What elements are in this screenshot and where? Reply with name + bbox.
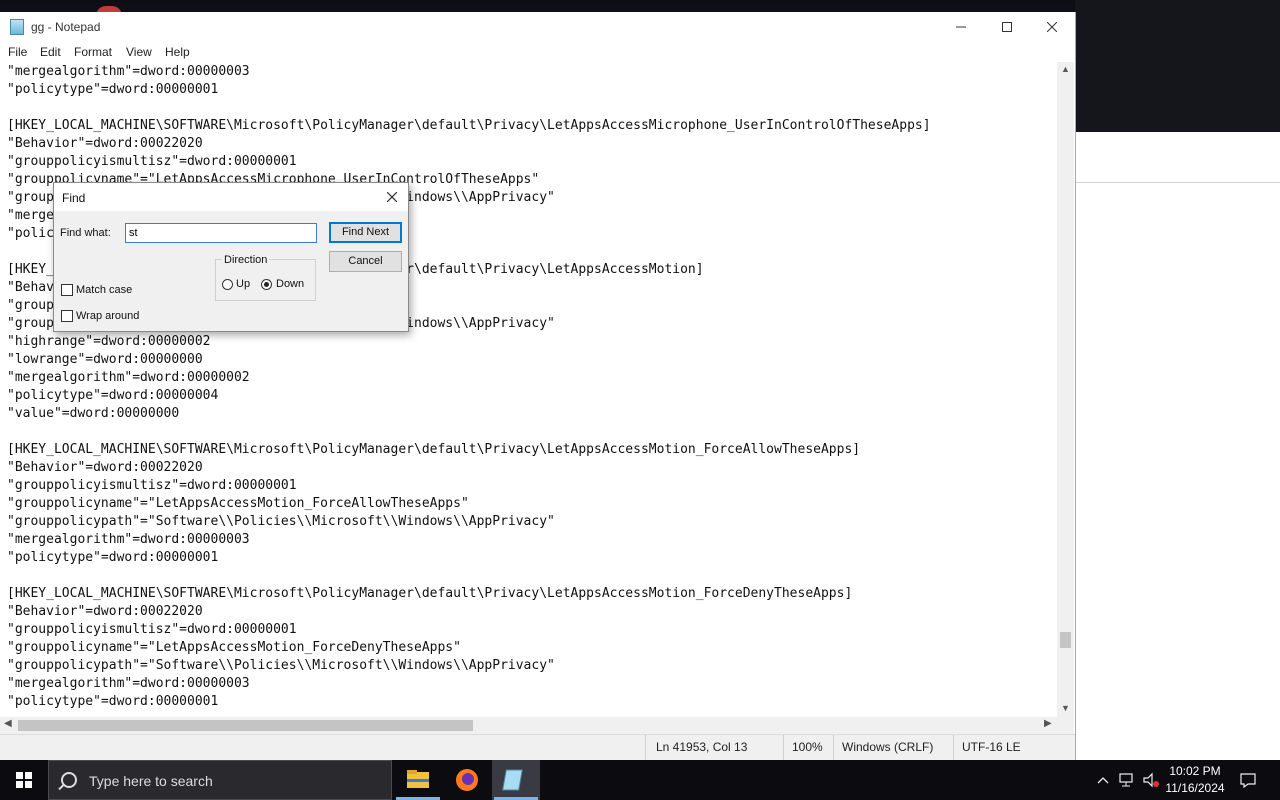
clock-time: 10:02 PM bbox=[1169, 764, 1221, 778]
text-line: "policytype"=dword:00000001 bbox=[7, 694, 219, 709]
text-line: [HKEY_LOCAL_MACHINE\SOFTWARE\Microsoft\P… bbox=[7, 442, 861, 457]
text-line: "grouppolicypath"="Software\\Policies\\M… bbox=[7, 514, 555, 529]
horizontal-scroll-thumb[interactable] bbox=[18, 720, 473, 731]
maximize-icon bbox=[1002, 22, 1012, 32]
vertical-scroll-thumb[interactable] bbox=[1060, 632, 1071, 648]
text-line: "highrange"=dword:00000002 bbox=[7, 334, 211, 349]
text-line: "grouppolicyismultisz"=dword:00000001 bbox=[7, 622, 297, 637]
status-line-ending: Windows (CRLF) bbox=[833, 735, 953, 760]
status-position: Ln 41953, Col 13 bbox=[645, 735, 783, 760]
menu-file[interactable]: File bbox=[8, 45, 27, 59]
menu-help[interactable]: Help bbox=[165, 45, 190, 59]
text-line: "Behavior"=dword:00022020 bbox=[7, 136, 203, 151]
direction-down-radio[interactable] bbox=[261, 279, 272, 290]
notepad-icon bbox=[502, 769, 523, 791]
notepad-window: gg - Notepad File Edit Format View Help … bbox=[0, 12, 1076, 760]
text-line: "mergealgorithm"=dword:00000002 bbox=[7, 370, 250, 385]
scroll-corner bbox=[1057, 717, 1074, 734]
title-bar[interactable]: gg - Notepad bbox=[0, 12, 1075, 42]
chevron-up-icon bbox=[1097, 777, 1109, 784]
taskbar-clock[interactable]: 10:02 PM 11/16/2024 bbox=[1158, 763, 1232, 797]
scroll-left-icon[interactable]: ◀ bbox=[4, 718, 12, 729]
text-line: "grouppolicyname"="LetAppsAccessMotion_F… bbox=[7, 496, 469, 511]
firefox-icon bbox=[456, 769, 478, 791]
search-placeholder: Type here to search bbox=[89, 773, 213, 789]
show-hidden-icons-button[interactable] bbox=[1093, 760, 1113, 800]
minimize-icon bbox=[956, 26, 966, 28]
file-explorer-icon bbox=[407, 770, 429, 788]
cancel-button[interactable]: Cancel bbox=[329, 251, 402, 272]
find-close-button[interactable] bbox=[380, 187, 404, 207]
wrap-around-label: Wrap around bbox=[76, 310, 140, 322]
scroll-down-icon[interactable]: ▼ bbox=[1057, 703, 1074, 717]
status-zoom: 100% bbox=[783, 735, 833, 760]
status-bar: Ln 41953, Col 13 100% Windows (CRLF) UTF… bbox=[0, 734, 1075, 760]
status-encoding: UTF-16 LE bbox=[953, 735, 1073, 760]
text-line: [HKEY_LOCAL_MACHINE\SOFTWARE\Microsoft\P… bbox=[7, 586, 853, 601]
text-line: "policytype"=dword:00000004 bbox=[7, 388, 219, 403]
maximize-button[interactable] bbox=[984, 12, 1030, 42]
taskbar-file-explorer[interactable] bbox=[394, 760, 442, 800]
direction-up-radio[interactable] bbox=[222, 279, 233, 290]
text-line: "policytype"=dword:00000001 bbox=[7, 82, 219, 97]
clock-date: 11/16/2024 bbox=[1165, 781, 1225, 795]
minimize-button[interactable] bbox=[938, 12, 984, 42]
window-title: gg - Notepad bbox=[31, 20, 101, 34]
taskbar: Type here to search 10:02 PM 11/16/2024 bbox=[0, 760, 1280, 800]
text-line: "grouppolicyismultisz"=dword:00000001 bbox=[7, 154, 297, 169]
notepad-icon bbox=[10, 19, 24, 35]
text-line: [HKEY_LOCAL_MACHINE\SOFTWARE\Microsoft\P… bbox=[7, 118, 931, 133]
menu-edit[interactable]: Edit bbox=[40, 45, 61, 59]
windows-logo-icon bbox=[16, 772, 32, 788]
menu-bar: File Edit Format View Help bbox=[0, 42, 1075, 62]
find-next-button[interactable]: Find Next bbox=[329, 222, 402, 243]
network-status-button[interactable] bbox=[1116, 760, 1138, 800]
direction-down-label: Down bbox=[276, 278, 305, 290]
direction-up-label: Up bbox=[236, 278, 251, 290]
horizontal-scrollbar[interactable]: ◀ ▶ bbox=[0, 717, 1057, 734]
vertical-scrollbar[interactable]: ▲ ▼ bbox=[1057, 62, 1074, 717]
close-button[interactable] bbox=[1029, 12, 1075, 42]
find-what-label: Find what: bbox=[60, 227, 111, 239]
match-case-label: Match case bbox=[76, 284, 133, 296]
direction-label: Direction bbox=[222, 254, 270, 266]
close-icon bbox=[1047, 22, 1057, 32]
background-divider bbox=[1075, 182, 1280, 183]
match-case-checkbox[interactable] bbox=[61, 284, 73, 296]
taskbar-notepad[interactable] bbox=[492, 760, 540, 800]
find-dialog: Find Find what: Find Next Cancel Directi… bbox=[53, 182, 409, 332]
text-line: "Behavior"=dword:00022020 bbox=[7, 460, 203, 475]
wrap-around-checkbox[interactable] bbox=[61, 310, 73, 322]
network-disconnected-icon bbox=[1119, 773, 1133, 787]
menu-view[interactable]: View bbox=[126, 45, 152, 59]
find-dialog-title: Find bbox=[62, 191, 86, 205]
text-line: "lowrange"=dword:00000000 bbox=[7, 352, 203, 367]
notification-icon bbox=[1240, 773, 1256, 788]
text-line: "mergealgorithm"=dword:00000003 bbox=[7, 532, 250, 547]
menu-format[interactable]: Format bbox=[74, 45, 112, 59]
text-line: "value"=dword:00000000 bbox=[7, 406, 180, 421]
text-line: "mergealgorithm"=dword:00000003 bbox=[7, 64, 250, 79]
text-line: "grouppolicyismultisz"=dword:00000001 bbox=[7, 478, 297, 493]
text-line: "Behavior"=dword:00022020 bbox=[7, 604, 203, 619]
text-line: "mergealgorithm"=dword:00000003 bbox=[7, 676, 250, 691]
find-title-bar[interactable]: Find bbox=[54, 183, 408, 211]
notifications-button[interactable] bbox=[1232, 760, 1264, 800]
text-line: "grouppolicyname"="LetAppsAccessMotion_F… bbox=[7, 640, 461, 655]
start-button[interactable] bbox=[0, 760, 48, 800]
text-line: "grouppolicypath"="Software\\Policies\\M… bbox=[7, 658, 555, 673]
text-editor[interactable]: "mergealgorithm"=dword:00000003 "policyty… bbox=[0, 62, 1057, 717]
search-icon bbox=[61, 772, 77, 788]
scroll-up-icon[interactable]: ▲ bbox=[1057, 64, 1074, 78]
background-window-dark bbox=[1075, 0, 1280, 132]
find-what-input[interactable] bbox=[125, 223, 317, 243]
taskbar-firefox[interactable] bbox=[443, 760, 491, 800]
scroll-right-icon[interactable]: ▶ bbox=[1044, 718, 1052, 729]
taskbar-search-box[interactable]: Type here to search bbox=[48, 760, 392, 800]
background-window bbox=[1075, 132, 1280, 760]
text-line: "policytype"=dword:00000001 bbox=[7, 550, 219, 565]
close-icon bbox=[386, 191, 398, 203]
